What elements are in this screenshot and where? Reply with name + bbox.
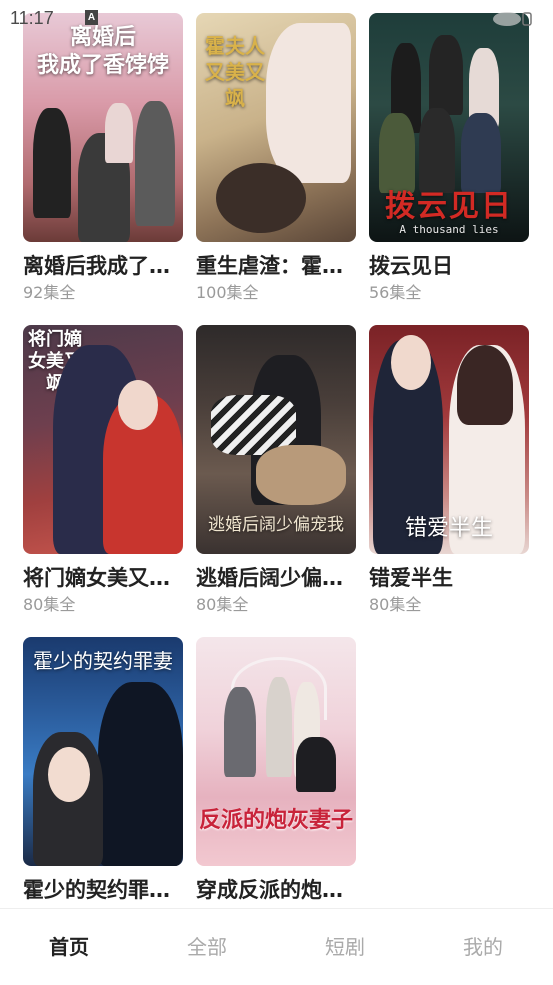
drama-poster[interactable]: 拨云见日 A thousand lies [369, 13, 529, 242]
poster-title: 拨云见日 [385, 189, 513, 224]
drama-poster[interactable]: 霍夫人又美又飒 [196, 13, 356, 242]
poster-figure [296, 737, 336, 792]
poster-title: 逃婚后阔少偏宠我 [208, 515, 344, 535]
bottom-nav: 首页 全部 短剧 我的 [0, 908, 553, 985]
drama-card[interactable]: 错爱半生 错爱半生 80集全 [369, 325, 529, 616]
episode-count: 92集全 [23, 283, 76, 302]
poster-figure [457, 345, 513, 425]
drama-title[interactable]: 重生虐渣：霍… [196, 252, 356, 280]
nav-all[interactable]: 全部 [138, 931, 276, 960]
drama-title[interactable]: 离婚后我成了… [23, 252, 183, 280]
poster-figure [266, 23, 351, 183]
poster-figure [256, 445, 346, 505]
poster-title: 霍夫人又美又飒 [205, 34, 265, 110]
poster-figure [105, 103, 133, 163]
drama-card[interactable]: 将门嫡女美又飒 将门嫡女美又… 80集全 [23, 325, 183, 616]
drama-title[interactable]: 霍少的契约罪… [23, 876, 183, 904]
episode-count: 56集全 [369, 283, 422, 302]
poster-figure [266, 677, 292, 777]
episode-count: 80集全 [196, 595, 249, 614]
episode-count: 100集全 [196, 283, 259, 302]
poster-title: 离婚后 我成了香饽饽 [36, 24, 169, 78]
poster-figure [391, 335, 431, 390]
drama-card[interactable]: 逃婚后阔少偏宠我 逃婚后阔少偏… 80集全 [196, 325, 356, 616]
poster-subtitle: A thousand lies [399, 223, 499, 236]
drama-poster[interactable]: 将门嫡女美又飒 [23, 325, 183, 554]
drama-poster[interactable]: 逃婚后阔少偏宠我 [196, 325, 356, 554]
poster-figure [118, 380, 158, 430]
poster-figure [135, 101, 175, 226]
drama-poster[interactable]: 离婚后 我成了香饽饽 [23, 13, 183, 242]
poster-figure [48, 747, 90, 802]
episode-count: 80集全 [23, 595, 76, 614]
episode-count: 80集全 [369, 595, 422, 614]
drama-poster[interactable]: 反派的炮灰妻子 [196, 637, 356, 866]
drama-card[interactable]: 离婚后 我成了香饽饽 离婚后我成了… 92集全 [23, 13, 183, 304]
drama-poster[interactable]: 错爱半生 [369, 325, 529, 554]
drama-title[interactable]: 错爱半生 [369, 564, 529, 592]
drama-card[interactable]: 霍夫人又美又飒 重生虐渣：霍… 100集全 [196, 13, 356, 304]
poster-figure [98, 682, 183, 866]
poster-figure [224, 687, 256, 777]
drama-poster[interactable]: 霍少的契约罪妻 [23, 637, 183, 866]
drama-title[interactable]: 将门嫡女美又… [23, 564, 183, 592]
poster-figure [33, 108, 71, 218]
nav-home[interactable]: 首页 [0, 931, 138, 960]
nav-mine[interactable]: 我的 [414, 931, 552, 960]
poster-title: 错爱半生 [404, 516, 493, 541]
nav-short-drama[interactable]: 短剧 [276, 931, 414, 960]
drama-title[interactable]: 拨云见日 [369, 252, 529, 280]
drama-title[interactable]: 穿成反派的炮… [196, 876, 356, 904]
poster-title: 反派的炮灰妻子 [198, 807, 353, 833]
drama-card[interactable]: 霍少的契约罪妻 霍少的契约罪… [23, 637, 183, 904]
drama-title[interactable]: 逃婚后阔少偏… [196, 564, 356, 592]
poster-figure [429, 35, 463, 115]
poster-title: 霍少的契约罪妻 [33, 649, 173, 673]
poster-figure [216, 163, 306, 233]
drama-card[interactable]: 拨云见日 A thousand lies 拨云见日 56集全 [369, 13, 529, 304]
drama-card[interactable]: 反派的炮灰妻子 穿成反派的炮… [196, 637, 356, 904]
